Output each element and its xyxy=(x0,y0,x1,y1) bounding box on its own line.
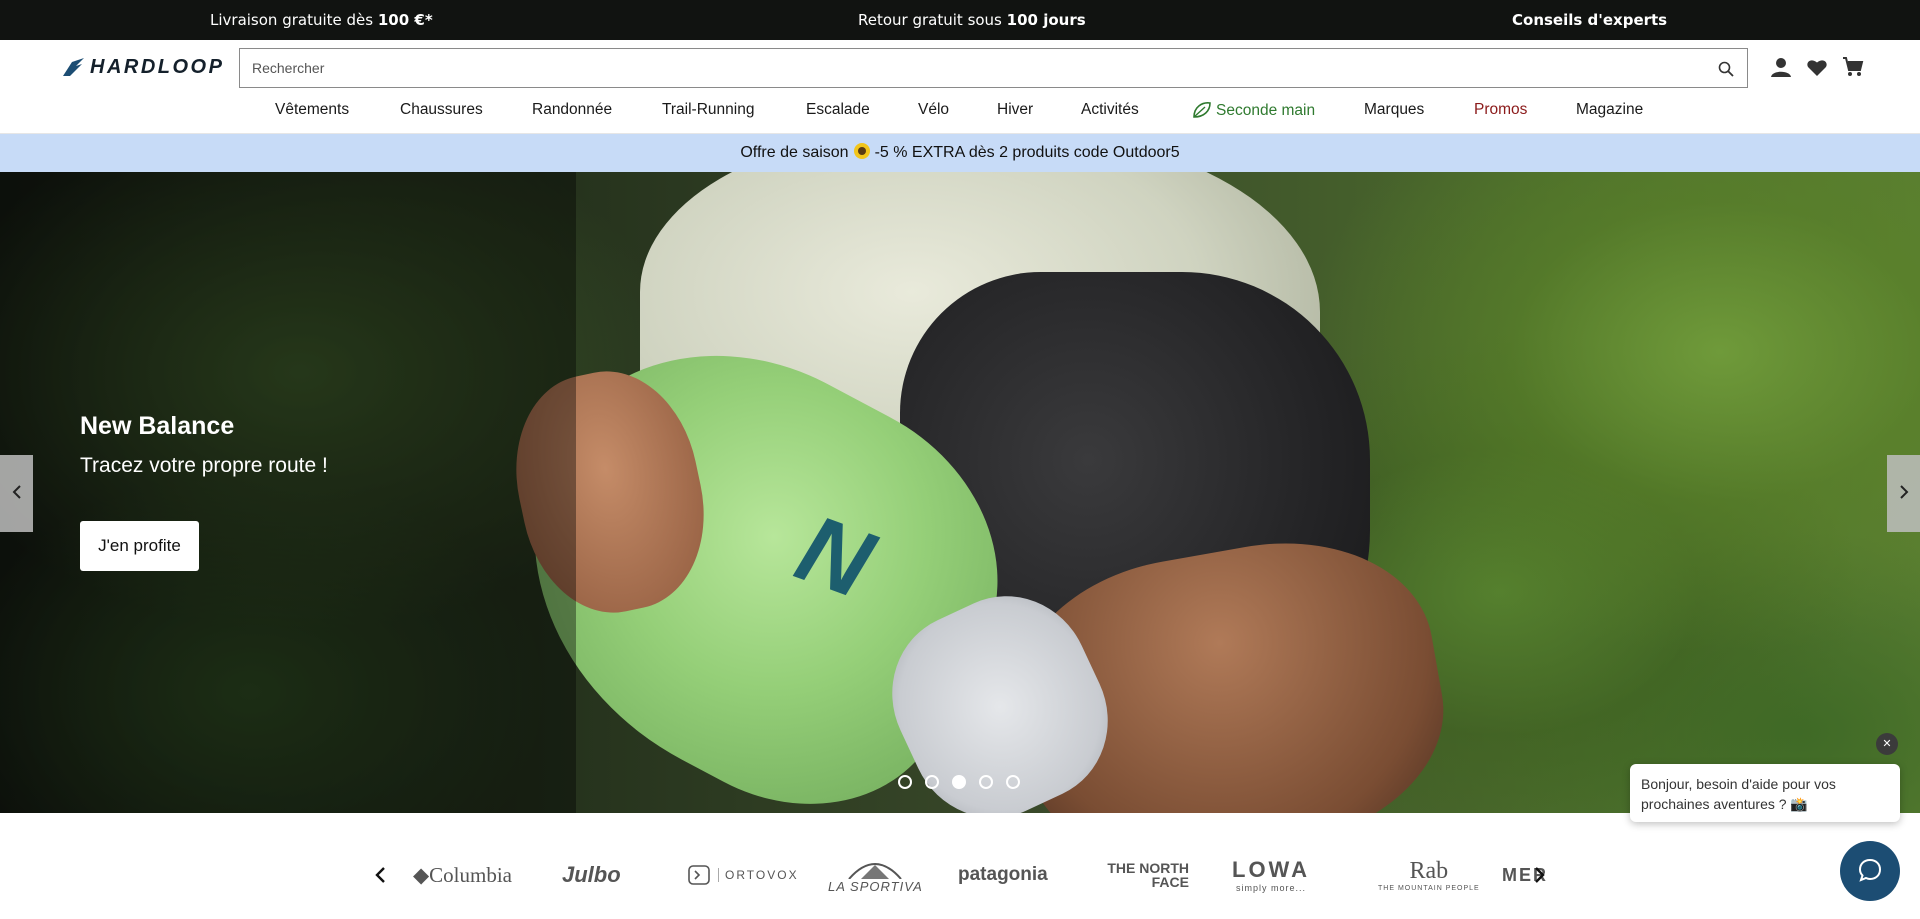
hero-cta-button[interactable]: J'en profite xyxy=(80,521,199,571)
returns-prefix: Retour gratuit sous xyxy=(858,11,1002,29)
carousel-dot-3[interactable] xyxy=(952,775,966,789)
header-actions xyxy=(1770,56,1864,78)
brands-carousel: ◆ Columbia Julbo ORTOVOX LA SPORTIVA pata… xyxy=(0,813,1920,919)
brand-name: ORTOVOX xyxy=(718,868,799,882)
shipping-prefix: Livraison gratuite dès xyxy=(210,11,374,29)
logo-bird-icon xyxy=(63,58,84,76)
brand-logo-la-sportiva[interactable]: LA SPORTIVA xyxy=(828,853,923,897)
heart-icon[interactable] xyxy=(1806,56,1828,78)
shipping-amount: 100 €* xyxy=(377,11,433,29)
carousel-dot-1[interactable] xyxy=(898,775,912,789)
chat-close-button[interactable]: ✕ xyxy=(1876,733,1898,755)
chat-greeting-bubble[interactable]: Bonjour, besoin d'aide pour vos prochain… xyxy=(1630,764,1900,822)
chat-bubble-icon xyxy=(1858,858,1882,882)
brand-name: LA SPORTIVA xyxy=(828,878,923,894)
brand-tagline: simply more... xyxy=(1235,883,1306,893)
offer-text: -5 % EXTRA dès 2 produits code Outdoor5 xyxy=(874,144,1180,161)
nav-item-chaussures[interactable]: Chaussures xyxy=(400,101,483,119)
seasonal-offer-banner[interactable]: Offre de saison -5 % EXTRA dès 2 produit… xyxy=(0,134,1920,172)
top-info-bar: Livraison gratuite dès 100 €* Retour gra… xyxy=(0,0,1920,40)
account-icon[interactable] xyxy=(1770,56,1792,78)
hero-title: New Balance xyxy=(80,412,235,440)
brand-name: LOWA xyxy=(1232,857,1310,882)
nav-item-velo[interactable]: Vélo xyxy=(918,101,949,119)
search-bar[interactable] xyxy=(239,48,1748,88)
brand-logo-lowa[interactable]: LOWA simply more... xyxy=(1232,853,1310,897)
nav-item-promos[interactable]: Promos xyxy=(1474,101,1527,119)
mountain-icon xyxy=(848,862,903,879)
carousel-dot-2[interactable] xyxy=(925,775,939,789)
site-header: HARDLOOP Vêtements Chaussures Randonnée … xyxy=(0,40,1920,134)
offer-prefix: Offre de saison xyxy=(740,144,849,161)
chevron-right-icon xyxy=(1899,485,1908,499)
main-navigation: Vêtements Chaussures Randonnée Trail-Run… xyxy=(0,100,1920,130)
free-shipping-notice: Livraison gratuite dès 100 €* xyxy=(210,11,433,29)
nav-item-vetements[interactable]: Vêtements xyxy=(275,101,349,119)
hero-subtitle: Tracez votre propre route ! xyxy=(80,454,328,477)
nav-item-marques[interactable]: Marques xyxy=(1364,101,1424,119)
hardloop-logo[interactable]: HARDLOOP xyxy=(62,54,224,80)
brands-next-chevron-icon[interactable] xyxy=(1529,865,1549,885)
hero-text-overlay xyxy=(0,172,576,813)
brand-name: Julbo xyxy=(562,862,621,887)
carousel-dot-5[interactable] xyxy=(1006,775,1020,789)
brands-prev-chevron-icon[interactable] xyxy=(371,865,391,885)
brand-name: patagonia xyxy=(958,864,1048,885)
brand-logo-julbo[interactable]: Julbo xyxy=(562,853,621,897)
hero-carousel: N New Balance Tracez votre propre route … xyxy=(0,172,1920,813)
brand-logo-rab[interactable]: Rab THE MOUNTAIN PEOPLE xyxy=(1378,853,1480,897)
carousel-dots xyxy=(898,775,1020,789)
chevron-left-icon xyxy=(12,485,21,499)
brand-name: Columbia xyxy=(429,862,512,887)
nav-item-randonnee[interactable]: Randonnée xyxy=(532,101,612,119)
brand-name: THE NORTH FACE xyxy=(1107,860,1189,890)
nav-item-seconde-main[interactable]: Seconde main xyxy=(1192,101,1315,120)
brand-logo-patagonia[interactable]: patagonia xyxy=(958,853,1048,897)
brand-logo-the-north-face[interactable]: THE NORTH FACE xyxy=(1103,853,1189,897)
cart-icon[interactable] xyxy=(1842,56,1864,78)
nav-item-activites[interactable]: Activités xyxy=(1081,101,1139,119)
search-input[interactable] xyxy=(252,58,1692,78)
carousel-next-button[interactable] xyxy=(1887,455,1920,532)
carousel-prev-button[interactable] xyxy=(0,455,33,532)
logo-text: HARDLOOP xyxy=(90,55,225,78)
search-icon[interactable] xyxy=(1717,60,1735,78)
brand-name: Rab xyxy=(1409,858,1449,884)
ortovox-mark-icon xyxy=(688,865,710,885)
sunflower-icon xyxy=(853,143,870,159)
nav-item-escalade[interactable]: Escalade xyxy=(806,101,870,119)
nav-item-trail-running[interactable]: Trail-Running xyxy=(662,101,754,119)
free-returns-notice: Retour gratuit sous 100 jours xyxy=(858,11,1086,29)
nav-item-seconde-main-label: Seconde main xyxy=(1216,102,1316,119)
brand-logo-columbia[interactable]: ◆ Columbia xyxy=(413,853,512,897)
expert-advice-label: Conseils d'experts xyxy=(1512,11,1668,29)
leaf-icon xyxy=(1193,102,1211,118)
chat-open-button[interactable] xyxy=(1840,841,1900,901)
brand-logo-ortovox[interactable]: ORTOVOX xyxy=(688,853,799,897)
nav-item-magazine[interactable]: Magazine xyxy=(1576,101,1643,119)
returns-days: 100 jours xyxy=(1006,11,1086,29)
carousel-dot-4[interactable] xyxy=(979,775,993,789)
expert-advice-link[interactable]: Conseils d'experts xyxy=(1512,11,1667,29)
brand-tagline: THE MOUNTAIN PEOPLE xyxy=(1378,885,1480,892)
nav-item-hiver[interactable]: Hiver xyxy=(997,101,1033,119)
